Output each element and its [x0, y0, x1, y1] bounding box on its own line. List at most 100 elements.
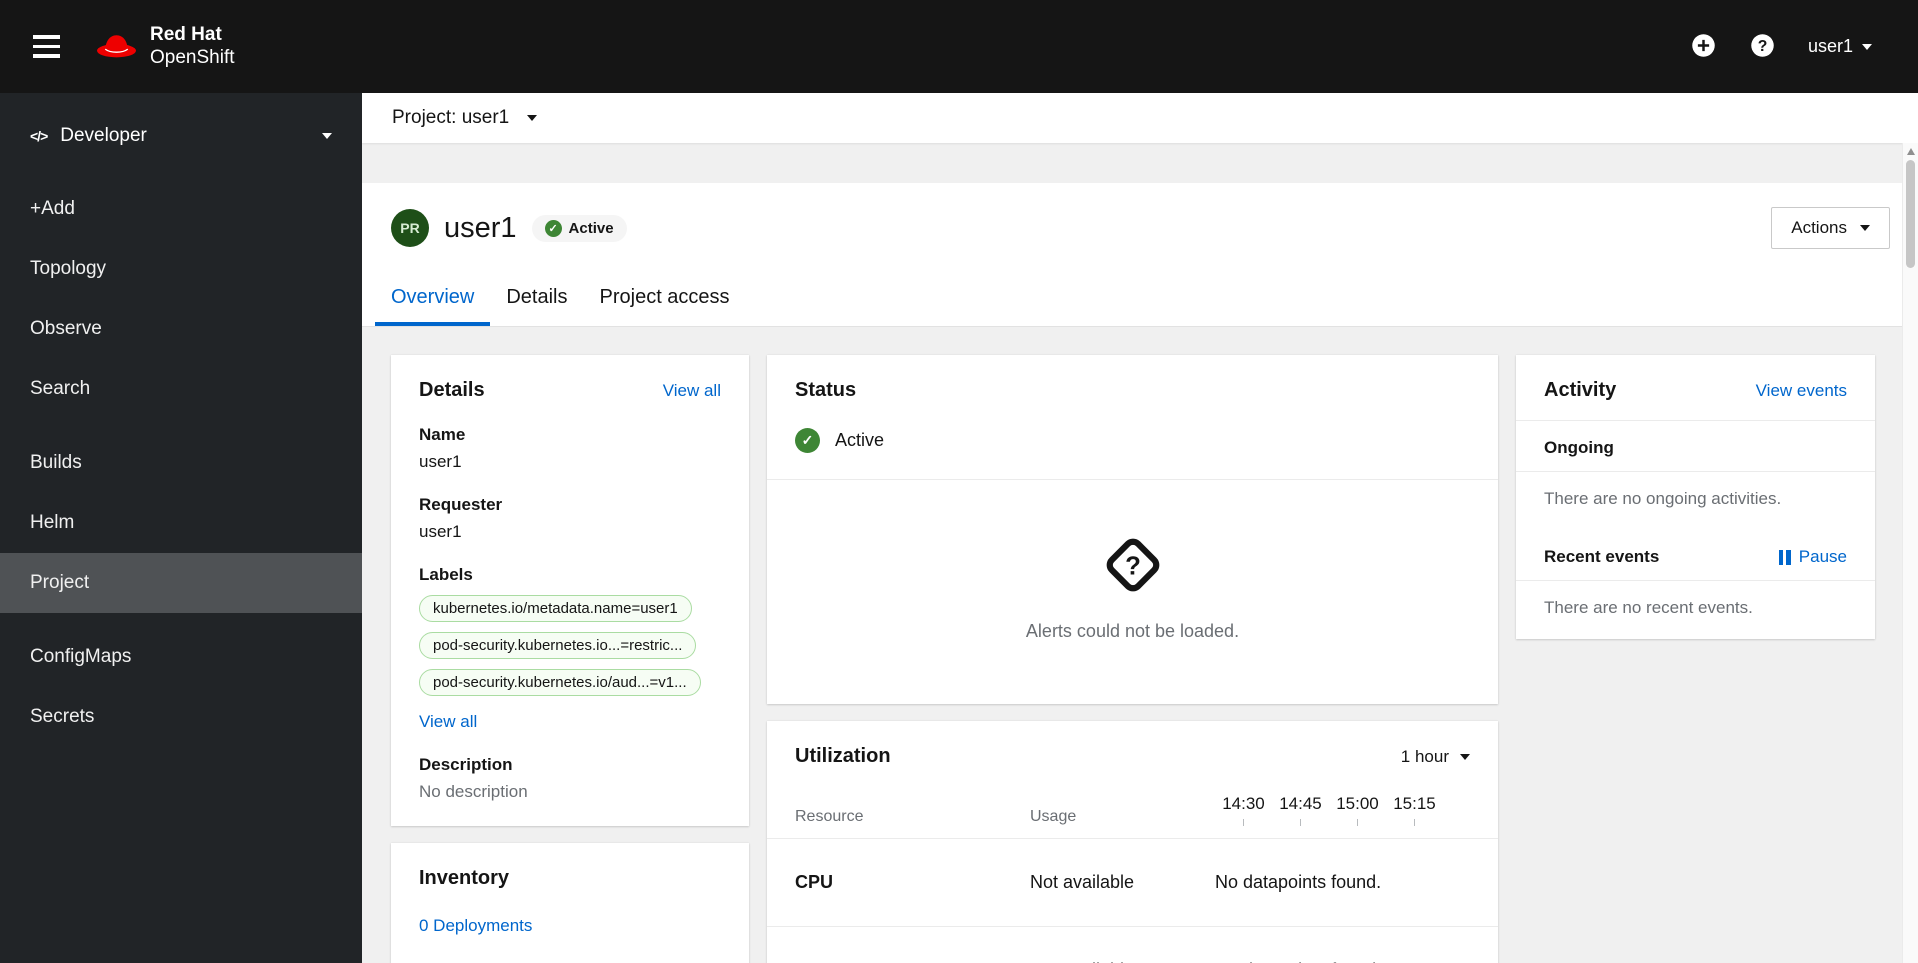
sidebar-item-builds[interactable]: Builds — [0, 433, 362, 493]
actions-button-label: Actions — [1791, 218, 1847, 237]
requester-value: user1 — [419, 522, 462, 541]
time-tick-label: 15:00 — [1329, 794, 1386, 826]
deployments-link[interactable]: 0 Deployments — [419, 916, 532, 935]
label-pill: pod-security.kubernetes.io/aud...=v1... — [419, 669, 701, 696]
plus-circle-icon — [1690, 32, 1717, 62]
scrollbar-up-arrow[interactable] — [1906, 148, 1915, 155]
scrollbar-thumb[interactable] — [1906, 160, 1915, 268]
inventory-card-title: Inventory — [419, 867, 510, 889]
recent-events-empty-message: There are no recent events. — [1544, 598, 1753, 617]
perspective-switcher[interactable]: Developer — [0, 103, 362, 169]
tab-bar: Overview Details Project access — [362, 273, 1918, 326]
nav-toggle-button[interactable] — [33, 35, 60, 58]
utilization-time-axis: 14:30 14:45 15:00 15:15 — [1215, 794, 1470, 826]
ongoing-section-header: Ongoing — [1516, 421, 1875, 472]
sidebar-item-topology[interactable]: Topology — [0, 239, 362, 299]
question-circle-icon: ? — [1749, 32, 1776, 62]
alerts-empty-message: Alerts could not be loaded. — [1025, 621, 1240, 641]
sidebar-item-project[interactable]: Project — [0, 553, 362, 613]
main-content: Project: user1 PR user1 Active Actions O… — [362, 93, 1918, 963]
pause-events-button[interactable]: Pause — [1778, 547, 1847, 567]
status-card-title: Status — [795, 379, 857, 401]
brand-logo: Red Hat OpenShift — [96, 24, 235, 69]
utilization-card-title: Utilization — [795, 745, 891, 767]
sidebar-item-secrets[interactable]: Secrets — [0, 687, 362, 747]
time-tick-label: 14:30 — [1215, 794, 1272, 826]
recent-events-section-header: Recent events Pause — [1516, 530, 1875, 581]
actions-dropdown-button[interactable]: Actions — [1771, 207, 1890, 249]
project-selector-label: Project: user1 — [392, 107, 510, 128]
sidebar-item-label: +Add — [30, 198, 75, 219]
status-badge-label: Active — [568, 219, 614, 237]
sidebar-item-label: ConfigMaps — [30, 646, 132, 667]
tab-overview[interactable]: Overview — [375, 273, 491, 326]
time-tick-label: 15:15 — [1386, 794, 1443, 826]
ongoing-heading: Ongoing — [1544, 438, 1614, 457]
pause-button-label: Pause — [1798, 547, 1847, 566]
usage-column-header: Usage — [1030, 808, 1077, 825]
sidebar-item-helm[interactable]: Helm — [0, 493, 362, 553]
sidebar-item-label: Project — [30, 572, 90, 593]
sidebar-item-add[interactable]: +Add — [0, 179, 362, 239]
chevron-down-icon — [527, 115, 538, 121]
sidebar-item-configmaps[interactable]: ConfigMaps — [0, 627, 362, 687]
tab-details[interactable]: Details — [490, 273, 583, 326]
project-resource-badge: PR — [391, 209, 429, 247]
code-icon — [30, 125, 47, 147]
sidebar-item-label: Topology — [30, 258, 107, 279]
inventory-card: Inventory 0 Deployments — [391, 843, 749, 963]
sidebar-item-search[interactable]: Search — [0, 359, 362, 419]
brand-line2: OpenShift — [150, 46, 235, 68]
utilization-row-memory: Memory Not available No datapoints found… — [767, 926, 1498, 963]
add-quick-create-button[interactable] — [1690, 32, 1717, 62]
resource-usage: Not available — [1030, 872, 1135, 892]
details-view-all-link[interactable]: View all — [663, 381, 721, 401]
labels-view-all-link[interactable]: View all — [419, 712, 477, 732]
time-tick-label: 14:45 — [1272, 794, 1329, 826]
sidebar-group-1: +Add Topology Observe Search — [0, 179, 362, 419]
utilization-row-cpu: CPU Not available No datapoints found. — [767, 838, 1498, 926]
svg-text:?: ? — [1125, 552, 1141, 580]
labels-list: kubernetes.io/metadata.name=user1 pod-se… — [419, 595, 721, 696]
chevron-down-icon — [1460, 753, 1470, 760]
sidebar-item-label: Builds — [30, 452, 82, 473]
redhat-fedora-icon — [96, 31, 137, 63]
status-value: Active — [835, 430, 885, 450]
labels-label: Labels — [419, 565, 473, 584]
sidebar-group-2: Builds Helm Project — [0, 433, 362, 613]
details-card-title: Details — [419, 379, 485, 401]
page-title: user1 — [444, 211, 517, 244]
sidebar-item-observe[interactable]: Observe — [0, 299, 362, 359]
duration-select-value: 1 hour — [1400, 746, 1449, 766]
perspective-label: Developer — [60, 125, 147, 146]
resource-column-header: Resource — [795, 808, 864, 825]
name-label: Name — [419, 425, 466, 444]
svg-text:?: ? — [1758, 38, 1768, 55]
resource-name: CPU — [795, 872, 834, 892]
user-menu-button[interactable]: user1 — [1808, 36, 1872, 57]
brand-text: Red Hat OpenShift — [150, 24, 235, 69]
resource-chart-message: No datapoints found. — [1215, 872, 1382, 892]
name-value: user1 — [419, 452, 462, 471]
pause-icon — [1778, 549, 1791, 565]
details-card: Details View all Name user1 Requester us… — [391, 355, 749, 826]
activity-card-title: Activity — [1544, 379, 1617, 401]
project-selector[interactable]: Project: user1 — [362, 93, 1918, 143]
duration-select[interactable]: 1 hour — [1401, 747, 1470, 767]
scrollbar[interactable] — [1902, 143, 1918, 963]
tab-project-access[interactable]: Project access — [584, 273, 746, 326]
sidebar-item-label: Observe — [30, 318, 102, 339]
label-pill: kubernetes.io/metadata.name=user1 — [419, 595, 692, 622]
view-events-link[interactable]: View events — [1756, 381, 1847, 401]
sidebar-item-label: Secrets — [30, 706, 95, 727]
status-card: Status Active ? — [767, 355, 1498, 704]
alerts-empty-state: ? Alerts could not be loaded. — [767, 480, 1498, 704]
chevron-down-icon — [1860, 225, 1870, 231]
sidebar-item-label: Helm — [30, 512, 75, 533]
sidebar-item-label: Search — [30, 378, 91, 399]
chevron-down-icon — [1862, 43, 1872, 50]
help-menu-button[interactable]: ? — [1749, 32, 1776, 62]
user-menu-label: user1 — [1807, 36, 1853, 56]
activity-card: Activity View events Ongoing There are n… — [1516, 355, 1875, 639]
sidebar-group-3: ConfigMaps Secrets — [0, 627, 362, 747]
